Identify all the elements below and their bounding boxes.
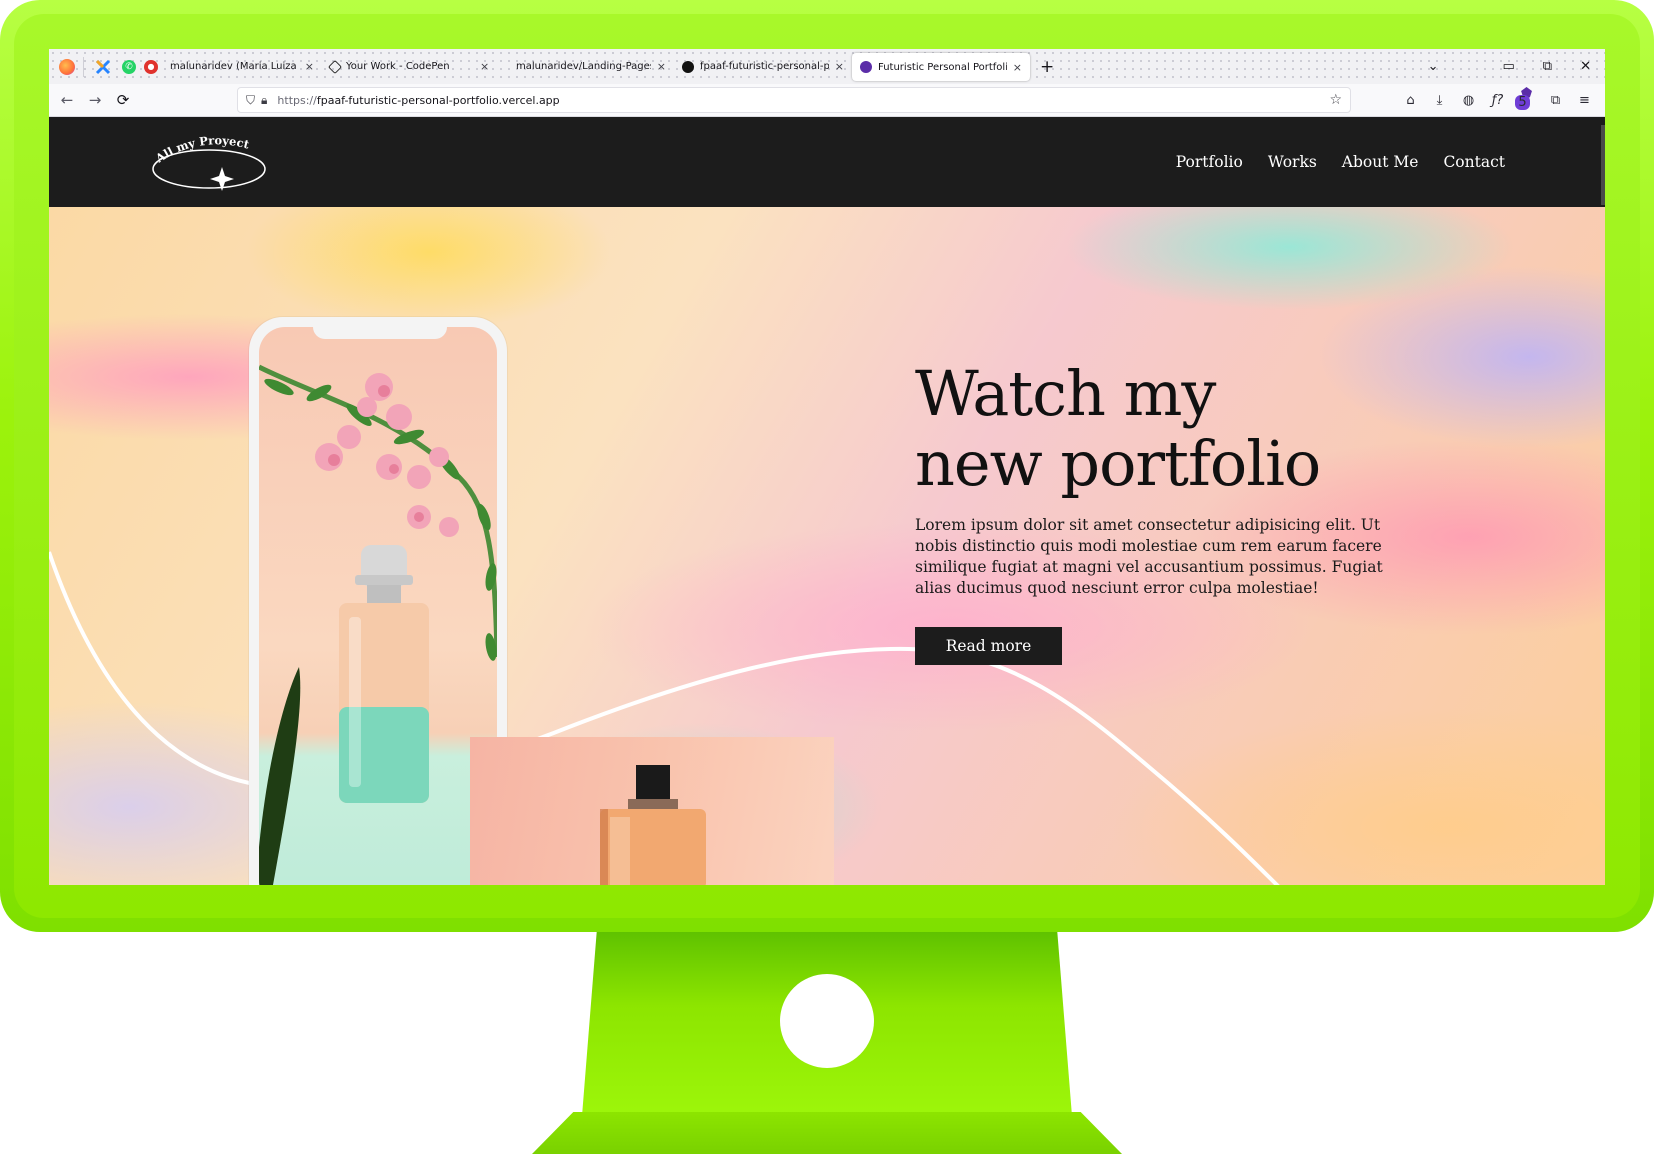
webpage: All my Proyects Portfolio Works About Me… (49, 117, 1605, 885)
tab-list-icon[interactable]: ⌄ (1414, 59, 1453, 74)
logo-text: All my Proyects (146, 118, 252, 166)
hero-section: Watch my new portfolio Lorem ipsum dolor … (49, 207, 1605, 885)
hero-title: Watch my new portfolio (915, 357, 1321, 500)
extensions-icon[interactable]: ⧉ (1541, 93, 1570, 108)
url-protocol: https:// (277, 93, 317, 107)
restore-icon[interactable]: ⧉ (1529, 59, 1566, 74)
read-more-button[interactable]: Read more (915, 627, 1062, 665)
tab-title: Futuristic Personal Portfolio (878, 61, 1007, 73)
tab-title: fpaaf-futuristic-personal-portfo (700, 61, 829, 72)
back-icon[interactable]: ← (53, 91, 81, 109)
address-bar[interactable]: ⛉ 🔒︎ https://fpaaf-futuristic-personal-p… (237, 87, 1351, 113)
tab-portfolio-active[interactable]: Futuristic Personal Portfolio × (852, 53, 1030, 81)
site-logo[interactable]: All my Proyects (146, 118, 273, 195)
new-tab-button[interactable]: + (1030, 57, 1064, 77)
phone-mockup (249, 317, 507, 885)
notification-icon[interactable]: ● (144, 59, 158, 74)
tab-codepen[interactable]: Your Work - CodePen × (322, 53, 508, 81)
phone-screen-photo (259, 327, 497, 885)
browser-window: ✆ ● malunaridev (Maria Luiza Pinto) × Yo… (49, 49, 1605, 885)
menu-item-about-me[interactable]: About Me (1342, 153, 1419, 171)
window-controls: ⌄ ▭ ⧉ ✕ (1414, 49, 1605, 84)
phone-notch (313, 317, 447, 339)
extension-badge: 5 (1515, 94, 1530, 110)
close-window-icon[interactable]: ✕ (1566, 59, 1605, 74)
perfume-photo-card (470, 737, 834, 885)
bookmark-star-icon[interactable]: ☆ (1329, 92, 1342, 108)
confluence-icon[interactable] (92, 56, 114, 78)
tab-title: Your Work - CodePen (346, 61, 450, 72)
app-menu-icon[interactable]: ≡ (1570, 93, 1599, 108)
lock-icon[interactable]: 🔒︎ (261, 93, 267, 108)
tab-title: malunaridev (Maria Luiza Pinto) (170, 61, 299, 72)
tab-strip: ✆ ● malunaridev (Maria Luiza Pinto) × Yo… (49, 49, 1605, 84)
minimize-icon[interactable]: ▭ (1453, 59, 1529, 74)
whatsapp-icon[interactable]: ✆ (122, 59, 136, 74)
firefox-icon[interactable] (59, 58, 75, 75)
tab-close-icon[interactable]: × (305, 60, 314, 73)
hero-title-line-2: new portfolio (915, 427, 1321, 500)
navigation-toolbar: ← → ⟳ ⛉ 🔒︎ https://fpaaf-futuristic-pers… (49, 84, 1605, 117)
tab-github-repo[interactable]: malunaridev/Landing-Pages-A × (508, 53, 674, 81)
url-text[interactable]: https://fpaaf-futuristic-personal-portfo… (277, 94, 559, 107)
site-header: All my Proyects Portfolio Works About Me… (49, 117, 1605, 207)
downloads-icon[interactable]: ⤓ (1425, 93, 1454, 108)
hero-title-line-1: Watch my (915, 357, 1216, 430)
hero-description: Lorem ipsum dolor sit amet consectetur a… (915, 516, 1383, 597)
tab-title: malunaridev/Landing-Pages-A (516, 61, 651, 72)
codepen-icon (327, 59, 343, 74)
tab-close-icon[interactable]: × (480, 60, 489, 73)
monitor-stand-foot (532, 1112, 1122, 1154)
shield-icon[interactable]: ⛉ (246, 93, 255, 108)
perfume-flower-illustration (259, 364, 497, 885)
tab-close-icon[interactable]: × (657, 60, 666, 73)
shield-icon (860, 61, 872, 73)
menu-item-works[interactable]: Works (1268, 153, 1317, 171)
tab-separator (83, 56, 84, 77)
reload-icon[interactable]: ⟳ (109, 91, 137, 109)
vercel-icon (682, 60, 694, 73)
tab-close-icon[interactable]: × (835, 60, 844, 73)
main-menu: Portfolio Works About Me Contact (1176, 117, 1505, 207)
extension-shield-icon[interactable]: ⬟ 5 (1512, 86, 1541, 116)
forward-icon[interactable]: → (81, 91, 109, 109)
account-icon[interactable]: ◍ (1454, 93, 1483, 108)
pinned-tabs: ✆ ● (49, 49, 162, 84)
menu-item-contact[interactable]: Contact (1443, 153, 1505, 171)
monitor-stand-hole (780, 974, 874, 1068)
tab-github-profile[interactable]: malunaridev (Maria Luiza Pinto) × (162, 53, 322, 81)
tab-close-icon[interactable]: × (1013, 61, 1022, 74)
url-host: fpaaf-futuristic-personal-portfolio.verc… (316, 93, 560, 107)
font-finder-icon[interactable]: ƒ? (1483, 93, 1512, 108)
tab-vercel[interactable]: fpaaf-futuristic-personal-portfo × (674, 53, 852, 81)
menu-item-portfolio[interactable]: Portfolio (1176, 153, 1243, 171)
svg-text:All my Proyects: All my Proyects (149, 129, 251, 166)
toolbar-icons: ⌂ ⤓ ◍ ƒ? ⬟ 5 ⧉ ≡ (1396, 84, 1599, 117)
home-icon[interactable]: ⌂ (1396, 93, 1425, 108)
